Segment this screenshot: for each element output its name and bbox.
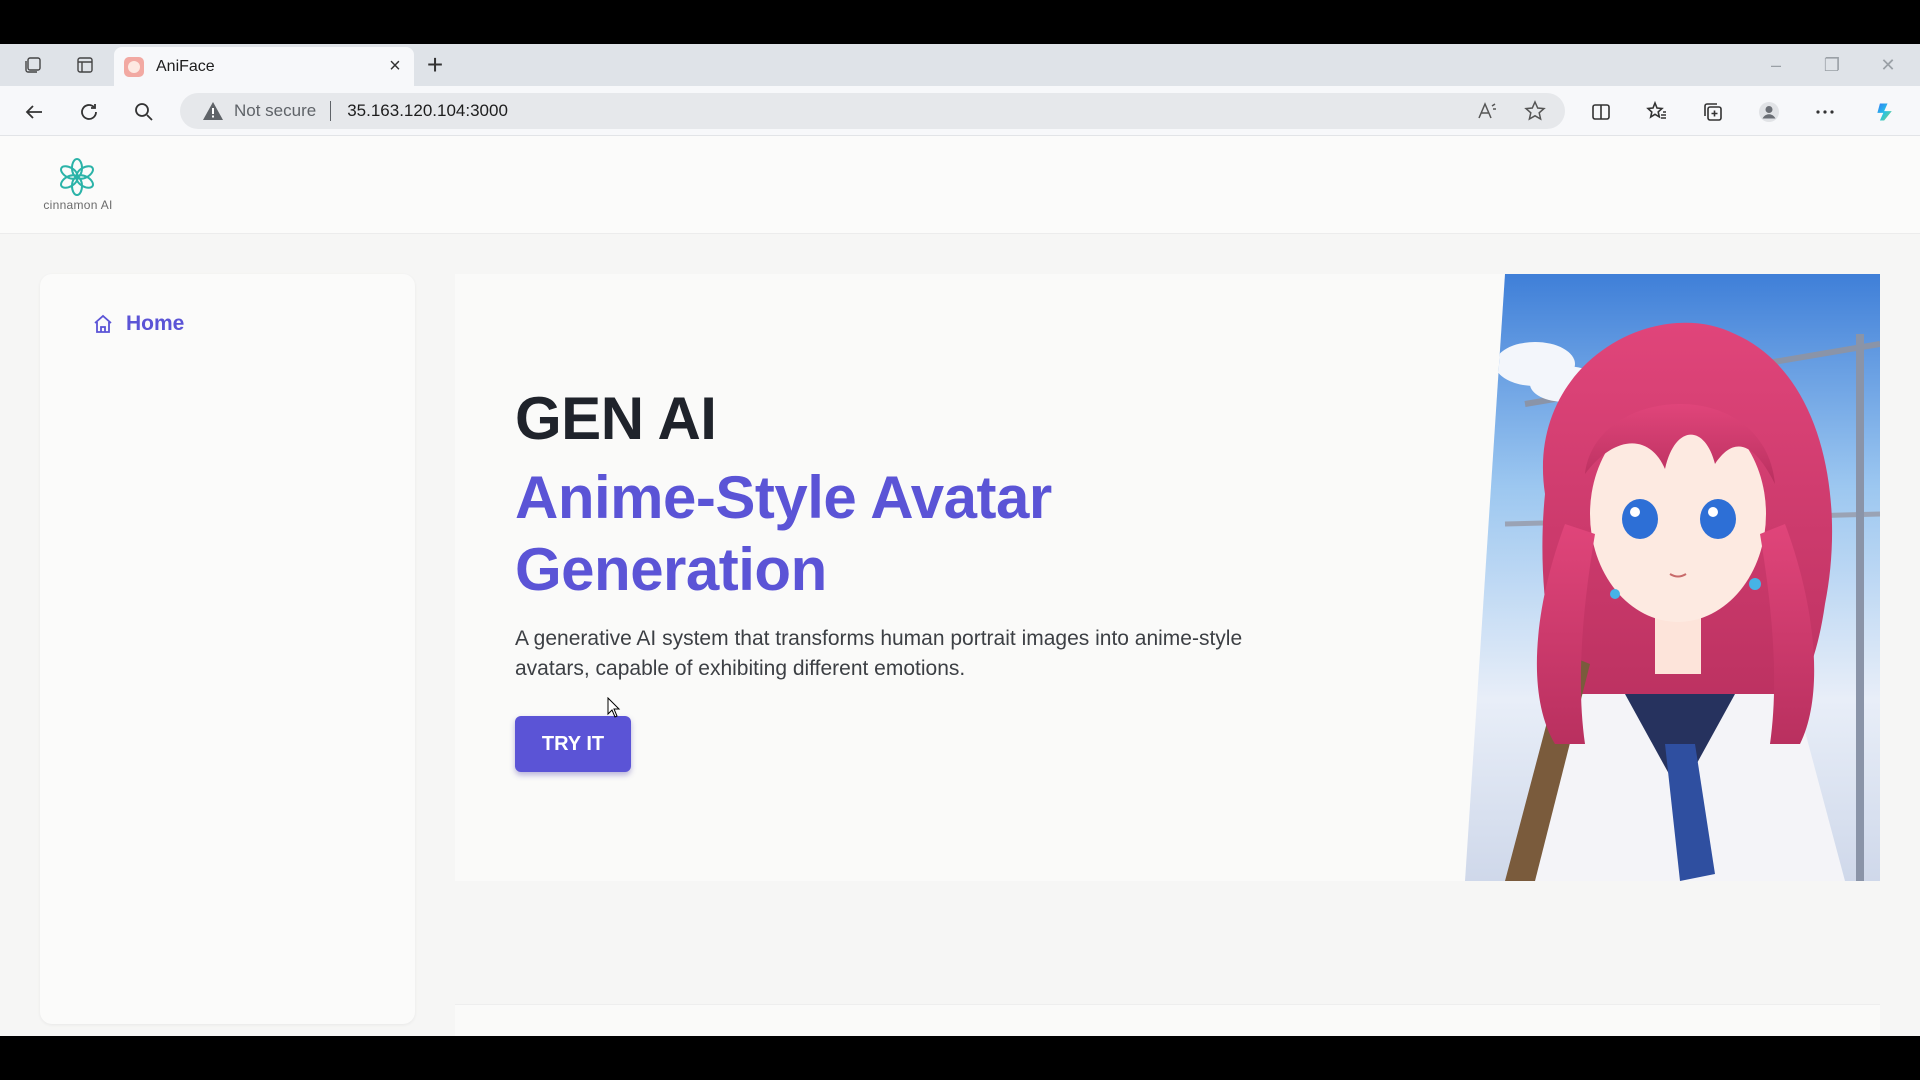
tab-favicon-icon — [124, 56, 144, 77]
read-aloud-icon[interactable] — [1470, 94, 1504, 128]
split-screen-icon[interactable] — [1584, 95, 1618, 129]
copilot-icon[interactable] — [1868, 95, 1902, 129]
address-divider — [330, 101, 332, 121]
favorite-star-icon[interactable] — [1518, 94, 1552, 128]
favorites-icon[interactable] — [1640, 95, 1674, 129]
more-menu-icon[interactable] — [1808, 95, 1842, 129]
try-it-button[interactable]: TRY IT — [515, 716, 631, 772]
web-page: cinnamon AI Home GEN AI Anime-Style Avat… — [0, 136, 1920, 1036]
logo-text: cinnamon AI — [43, 198, 113, 212]
home-icon — [94, 314, 112, 333]
browser-toolbar: Not secure 35.163.120.104:3000 — [0, 86, 1920, 136]
window-close-icon[interactable]: ✕ — [1860, 44, 1916, 86]
screen: AniFace × + – ❐ ✕ Not secure 35.163.120.… — [0, 0, 1920, 1080]
logo-flower-icon — [60, 158, 94, 196]
browser-tabstrip: AniFace × + – ❐ ✕ — [0, 44, 1920, 86]
restore-icon[interactable]: ❐ — [1804, 44, 1860, 86]
sidebar-item-home[interactable]: Home — [92, 312, 184, 336]
minimize-icon[interactable]: – — [1748, 44, 1804, 86]
search-icon[interactable] — [127, 95, 161, 129]
new-tab-icon[interactable]: + — [420, 50, 450, 80]
collections-icon[interactable] — [1696, 95, 1730, 129]
sidebar-item-label: Home — [126, 312, 185, 335]
mouse-cursor-icon — [607, 697, 621, 718]
site-logo[interactable]: cinnamon AI — [36, 158, 120, 214]
letterbox-bottom — [0, 1036, 1920, 1080]
close-tab-icon[interactable]: × — [384, 55, 406, 77]
warning-icon — [203, 102, 223, 120]
address-bar[interactable]: Not secure 35.163.120.104:3000 — [180, 93, 1565, 129]
tab-title: AniFace — [156, 57, 215, 75]
sidebar: Home — [40, 274, 415, 1024]
back-icon[interactable] — [17, 95, 51, 129]
reload-icon[interactable] — [72, 95, 106, 129]
workspaces-icon[interactable] — [18, 50, 48, 80]
security-label[interactable]: Not secure — [234, 101, 316, 121]
hero-card: GEN AI Anime-Style Avatar Generation A g… — [455, 274, 1880, 881]
hero-illustration — [1465, 274, 1880, 881]
hero-title: Anime-Style Avatar Generation — [515, 464, 1052, 603]
hero-eyebrow: GEN AI — [515, 385, 717, 452]
letterbox-top — [0, 0, 1920, 44]
tab-actions-icon[interactable] — [70, 50, 100, 80]
site-header: cinnamon AI — [0, 136, 1920, 234]
secondary-card — [455, 1004, 1880, 1036]
hero-description: A generative AI system that transforms h… — [515, 627, 1243, 680]
browser-tab-active[interactable]: AniFace × — [114, 47, 414, 86]
profile-avatar-icon[interactable] — [1752, 95, 1786, 129]
url-text[interactable]: 35.163.120.104:3000 — [347, 101, 508, 121]
